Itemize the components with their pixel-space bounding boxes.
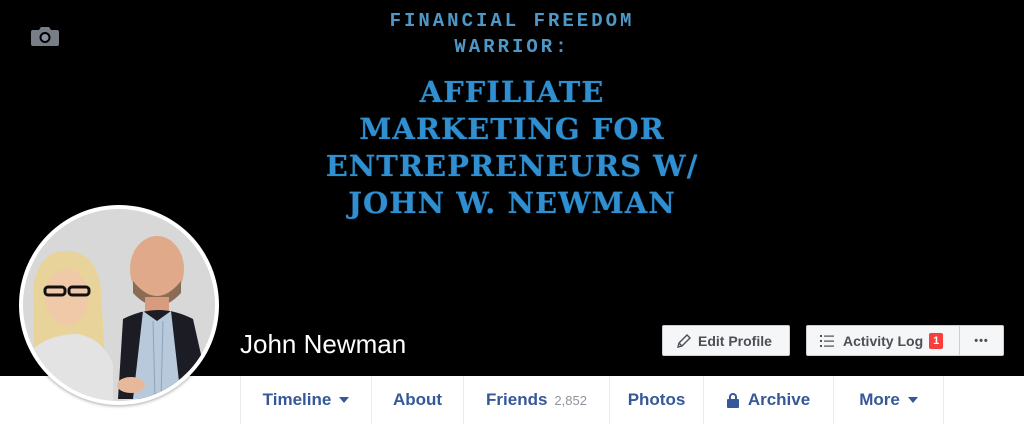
tab-photos[interactable]: Photos: [610, 376, 704, 424]
tab-more[interactable]: More: [834, 376, 944, 424]
lock-icon: [726, 392, 739, 408]
tab-label: More: [859, 390, 900, 409]
cover-subtitle-line: WARRIOR:: [454, 36, 570, 58]
more-options-button[interactable]: •••: [959, 325, 1004, 356]
notification-badge: 1: [929, 332, 944, 349]
tab-label: Archive: [747, 390, 811, 409]
tab-label: Friends: [486, 390, 548, 409]
list-icon: [819, 333, 835, 349]
cover-title-line: ENTREPRENEURS W/: [325, 149, 699, 183]
tab-friends[interactable]: Friends 2,852: [464, 376, 610, 424]
cover-subtitle-line: FINANCIAL FREEDOM: [389, 10, 635, 32]
ellipsis-icon: •••: [974, 334, 989, 347]
profile-picture[interactable]: [19, 205, 219, 405]
cover-title-line: MARKETING FOR: [359, 112, 665, 146]
edit-profile-button[interactable]: Edit Profile: [662, 325, 790, 356]
edit-profile-label: Edit Profile: [698, 332, 772, 349]
friends-count: 2,852: [554, 392, 587, 408]
caret-down-icon: [907, 397, 918, 403]
cover-title: AFFILIATE MARKETING FOR ENTREPRENEURS W/…: [0, 74, 1024, 222]
activity-log-button[interactable]: Activity Log 1: [806, 325, 960, 356]
cover-title-line: AFFILIATE: [419, 75, 605, 109]
activity-log-label: Activity Log: [843, 332, 924, 349]
cover-subtitle: FINANCIAL FREEDOM WARRIOR:: [0, 8, 1024, 60]
caret-down-icon: [339, 397, 350, 403]
tab-archive[interactable]: Archive: [704, 376, 834, 424]
pencil-icon: [676, 333, 692, 349]
profile-nav-tabs: Timeline About Friends 2,852 Photos Arch…: [240, 376, 945, 424]
tab-about[interactable]: About: [372, 376, 464, 424]
tab-label: Photos: [627, 390, 686, 409]
tab-timeline[interactable]: Timeline: [241, 376, 372, 424]
profile-name[interactable]: John Newman: [240, 327, 406, 361]
tab-label: About: [392, 390, 443, 409]
tab-label: Timeline: [262, 390, 332, 409]
